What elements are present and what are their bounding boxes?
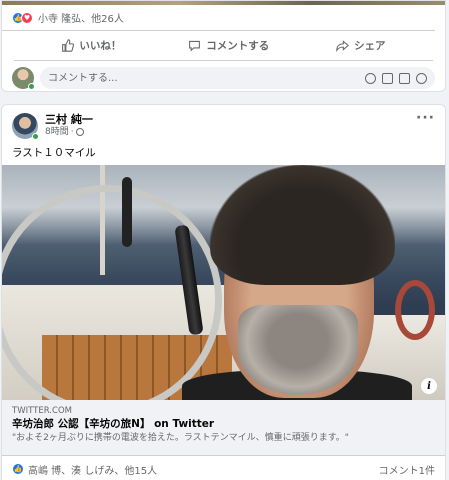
more-icon[interactable]: ··· — [416, 111, 435, 125]
like-button[interactable]: いいね！ — [61, 38, 121, 53]
action-bar: いいね！ コメントする シェア — [14, 31, 433, 61]
post-card: 三村 純一 8時間 · ··· ラスト１０マイル i TWITTER.COM 辛… — [1, 104, 446, 480]
like-icon: 👍 — [12, 463, 24, 475]
globe-icon — [75, 128, 84, 136]
link-title: 辛坊治郎 公認【辛坊の旅N】 on Twitter — [12, 418, 215, 430]
comment-count[interactable]: コメント1件 — [379, 462, 435, 477]
post-header: 三村 純一 8時間 · ··· — [2, 105, 445, 143]
post-time[interactable]: 8時間 — [45, 126, 69, 138]
author-block: 三村 純一 8時間 · — [45, 113, 93, 138]
like-icon — [62, 39, 75, 52]
like-label: いいね！ — [79, 40, 122, 52]
previous-post-card: 👍 ♥ 小寺 隆弘、他26人 いいね！ コメントする シェア — [1, 0, 446, 92]
online-status-dot — [28, 83, 35, 90]
gif-icon[interactable] — [399, 72, 410, 84]
link-description: "およそ2ヶ月ぶりに携帯の電波を拾えた。ラストテンマイル、慎重に頑張ります。" — [12, 433, 349, 443]
comment-button[interactable]: コメントする — [188, 38, 269, 53]
comment-label: コメントする — [206, 40, 270, 52]
post-footer: 👍 高嶋 博、湊 しげみ、他15人 コメント1件 — [2, 457, 445, 480]
avatar[interactable] — [12, 67, 35, 90]
online-status-dot — [32, 133, 39, 140]
author-avatar[interactable] — [12, 113, 39, 140]
comment-icon — [189, 40, 201, 52]
camera-icon[interactable] — [382, 72, 393, 84]
post-text: ラスト１０マイル — [12, 147, 96, 159]
post-meta: 8時間 · — [45, 126, 93, 138]
comment-box[interactable] — [40, 67, 435, 89]
reactions-text[interactable]: 高嶋 博、湊 しげみ、他15人 — [28, 462, 379, 477]
share-button[interactable]: シェア — [336, 38, 386, 53]
post-image[interactable]: i — [2, 165, 445, 400]
reaction-icons: 👍 ♥ — [12, 11, 33, 24]
info-icon[interactable]: i — [421, 378, 437, 394]
author-name[interactable]: 三村 純一 — [45, 113, 93, 126]
comment-composer — [2, 61, 445, 90]
emoji-icon[interactable] — [365, 72, 376, 84]
comment-tools — [365, 72, 427, 84]
sticker-icon[interactable] — [416, 72, 427, 84]
link-preview[interactable]: TWITTER.COM 辛坊治郎 公認【辛坊の旅N】 on Twitter "お… — [2, 400, 445, 456]
love-icon: ♥ — [21, 11, 33, 24]
share-label: シェア — [354, 40, 386, 52]
comment-input[interactable] — [48, 72, 365, 84]
share-icon — [336, 40, 350, 52]
reactions-summary[interactable]: 👍 ♥ 小寺 隆弘、他26人 — [2, 5, 435, 31]
link-domain: TWITTER.COM — [12, 406, 72, 416]
reactions-text[interactable]: 小寺 隆弘、他26人 — [38, 10, 124, 25]
